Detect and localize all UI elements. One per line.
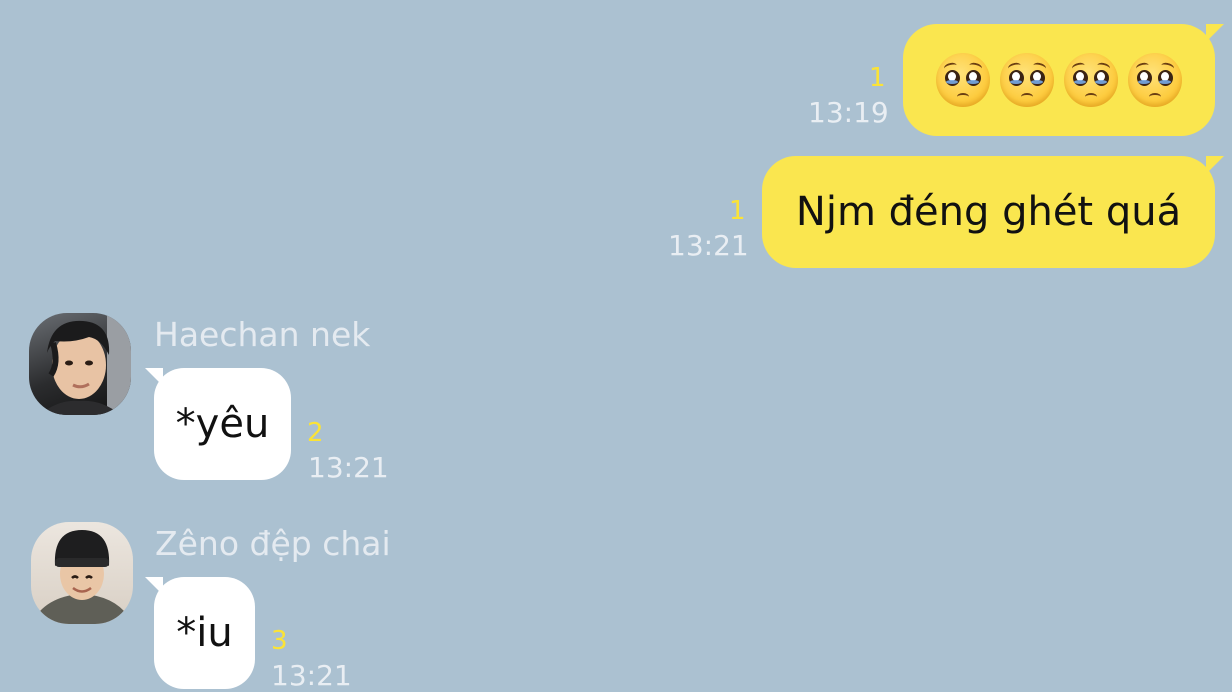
incoming-message-bubble[interactable]: *yêu	[145, 368, 291, 480]
avatar-photo	[31, 530, 133, 624]
pleading-face-icon	[1000, 53, 1054, 107]
unread-count: 3	[271, 626, 288, 656]
message-text: *iu	[176, 610, 233, 656]
message-text: *yêu	[175, 401, 270, 447]
avatar[interactable]	[31, 522, 133, 624]
pleading-face-icon	[936, 53, 990, 107]
message-text: Njm đéng ghét quá	[795, 189, 1182, 235]
avatar[interactable]	[29, 313, 131, 415]
message-time: 13:21	[668, 229, 749, 262]
outgoing-message-bubble[interactable]	[903, 24, 1224, 136]
unread-count: 2	[307, 418, 324, 448]
sender-name: Haechan nek	[154, 315, 371, 354]
avatar-photo	[39, 313, 131, 415]
incoming-message-bubble[interactable]: *iu	[145, 577, 255, 689]
pleading-face-icon	[1128, 53, 1182, 107]
outgoing-message-bubble[interactable]: Njm đéng ghét quá	[762, 156, 1224, 268]
sender-name: Zêno đệp chai	[155, 524, 391, 563]
unread-count: 1	[729, 196, 746, 226]
message-time: 13:21	[271, 659, 352, 692]
message-time: 13:19	[808, 96, 889, 129]
pleading-face-icon	[1064, 53, 1118, 107]
chat-area[interactable]: 1 13:19 1 13:21 Njm đéng ghét quá Haecha…	[0, 0, 1232, 690]
message-time: 13:21	[308, 451, 389, 484]
unread-count: 1	[869, 63, 886, 93]
